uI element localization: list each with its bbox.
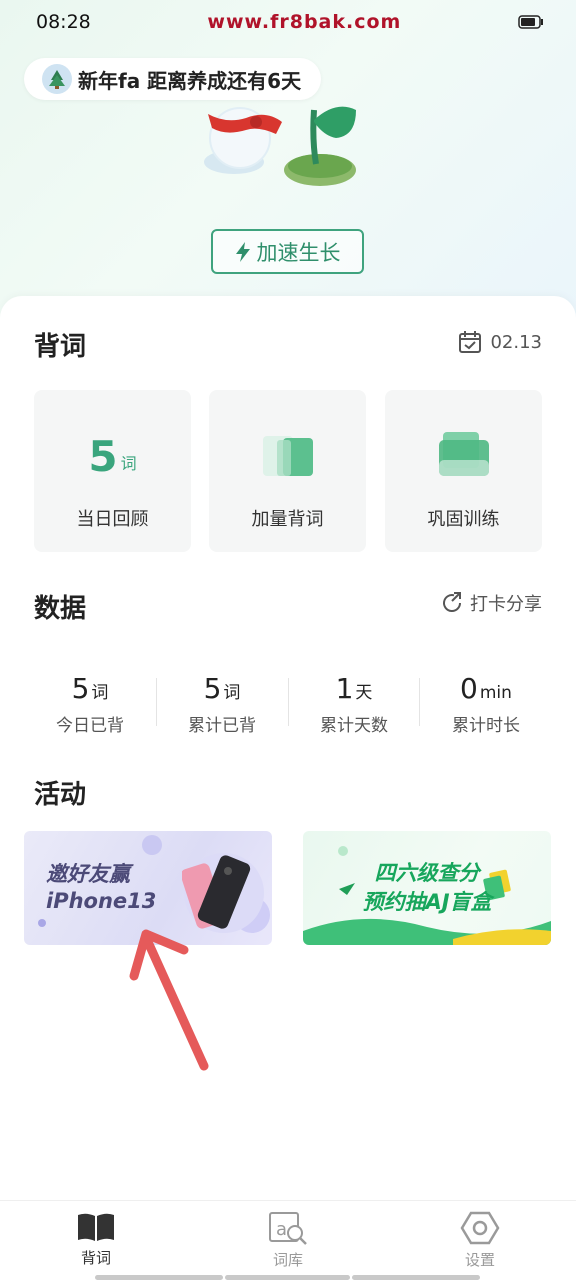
- stat-unit: min: [479, 683, 512, 703]
- banner1-line1: 邀好友赢: [46, 862, 130, 886]
- battery-icon: [518, 15, 543, 29]
- book-stack-icon: [262, 436, 313, 476]
- cards-stack-icon: [438, 432, 489, 476]
- stat-label: 累计时长: [452, 716, 520, 736]
- tab-word-library-label: 词库: [272, 1251, 303, 1269]
- tab-word-library[interactable]: a 词库: [228, 1211, 348, 1270]
- tile-consolidate-training[interactable]: 巩固训练: [385, 390, 542, 552]
- stat-label: 累计已背: [188, 716, 256, 736]
- status-time: 08:28: [36, 11, 91, 33]
- accelerate-growth-label: 加速生长: [256, 240, 341, 265]
- dictionary-search-icon: a: [269, 1212, 307, 1245]
- banner1-line2: iPhone13: [46, 889, 157, 913]
- open-book-icon: [78, 1213, 114, 1241]
- stat-unit: 天: [355, 683, 373, 703]
- status-bar: 08:28 www.fr8bak.com: [0, 0, 576, 44]
- bottom-tab-bar: 背词 a 词库 设置: [0, 1200, 576, 1280]
- tile-daily-review[interactable]: 5 词 当日回顾: [34, 390, 191, 552]
- activities-section-title: 活动: [34, 780, 87, 810]
- plant-status-pill[interactable]: 新年fa 距离养成还有6天: [24, 58, 322, 100]
- stat-value: 5: [203, 672, 222, 705]
- checkin-share-button[interactable]: 打卡分享: [440, 590, 542, 616]
- tab-study-label: 背词: [80, 1249, 111, 1267]
- review-unit: 词: [120, 454, 137, 473]
- review-count: 5: [88, 432, 118, 481]
- accelerate-growth-button[interactable]: 加速生长: [211, 229, 364, 274]
- status-icons: [518, 15, 544, 29]
- tab-settings-label: 设置: [464, 1251, 495, 1269]
- stat-value: 0: [460, 672, 478, 705]
- banner-cet-score[interactable]: 四六级查分 预约抽AJ盲盒: [303, 831, 551, 945]
- stat-value: 5: [71, 672, 90, 705]
- home-indicator-segment: [225, 1275, 350, 1280]
- date-text: 02.13: [490, 331, 542, 353]
- stat-today-learned: 5词 今日已背: [24, 672, 156, 736]
- plant-scene-illustration: [196, 100, 376, 200]
- tile-add-words[interactable]: 加量背词: [209, 390, 366, 552]
- home-indicator-segment: [95, 1275, 223, 1280]
- annotation-arrow: [129, 929, 209, 1071]
- share-icon: [443, 592, 462, 612]
- study-section-title: 背词: [34, 332, 87, 362]
- tab-settings[interactable]: 设置: [420, 1211, 540, 1270]
- tile-consolidate-label: 巩固训练: [427, 509, 500, 530]
- stat-unit: 词: [223, 683, 241, 703]
- plant-avatar-icon: [42, 64, 72, 94]
- banner2-line2: 预约抽AJ盲盒: [362, 890, 492, 914]
- home-indicator-segment: [352, 1275, 480, 1280]
- banner2-line1: 四六级查分: [374, 861, 480, 885]
- tab-study[interactable]: 背词: [36, 1211, 156, 1268]
- tile-daily-review-label: 当日回顾: [76, 509, 149, 530]
- watermark: www.fr8bak.com: [207, 11, 402, 33]
- stat-total-duration: 0 min 累计时长: [420, 672, 552, 736]
- plant-countdown-text: 新年fa 距离养成还有6天: [78, 68, 302, 93]
- stat-label: 今日已背: [56, 716, 124, 736]
- stats-section-title: 数据: [34, 594, 87, 624]
- tile-add-words-label: 加量背词: [251, 509, 324, 530]
- stat-total-days: 1天 累计天数: [288, 672, 420, 736]
- stat-label: 累计天数: [320, 716, 388, 736]
- stat-unit: 词: [91, 683, 109, 703]
- calendar-check-icon: [459, 331, 482, 353]
- stat-value: 1: [335, 672, 354, 705]
- stat-total-learned: 5词 累计已背: [156, 672, 288, 736]
- date-selector[interactable]: 02.13: [458, 330, 542, 354]
- lightning-icon: [235, 241, 250, 262]
- svg-text:a: a: [276, 1219, 287, 1240]
- settings-hexagon-icon: [460, 1211, 500, 1245]
- checkin-share-label: 打卡分享: [470, 594, 542, 615]
